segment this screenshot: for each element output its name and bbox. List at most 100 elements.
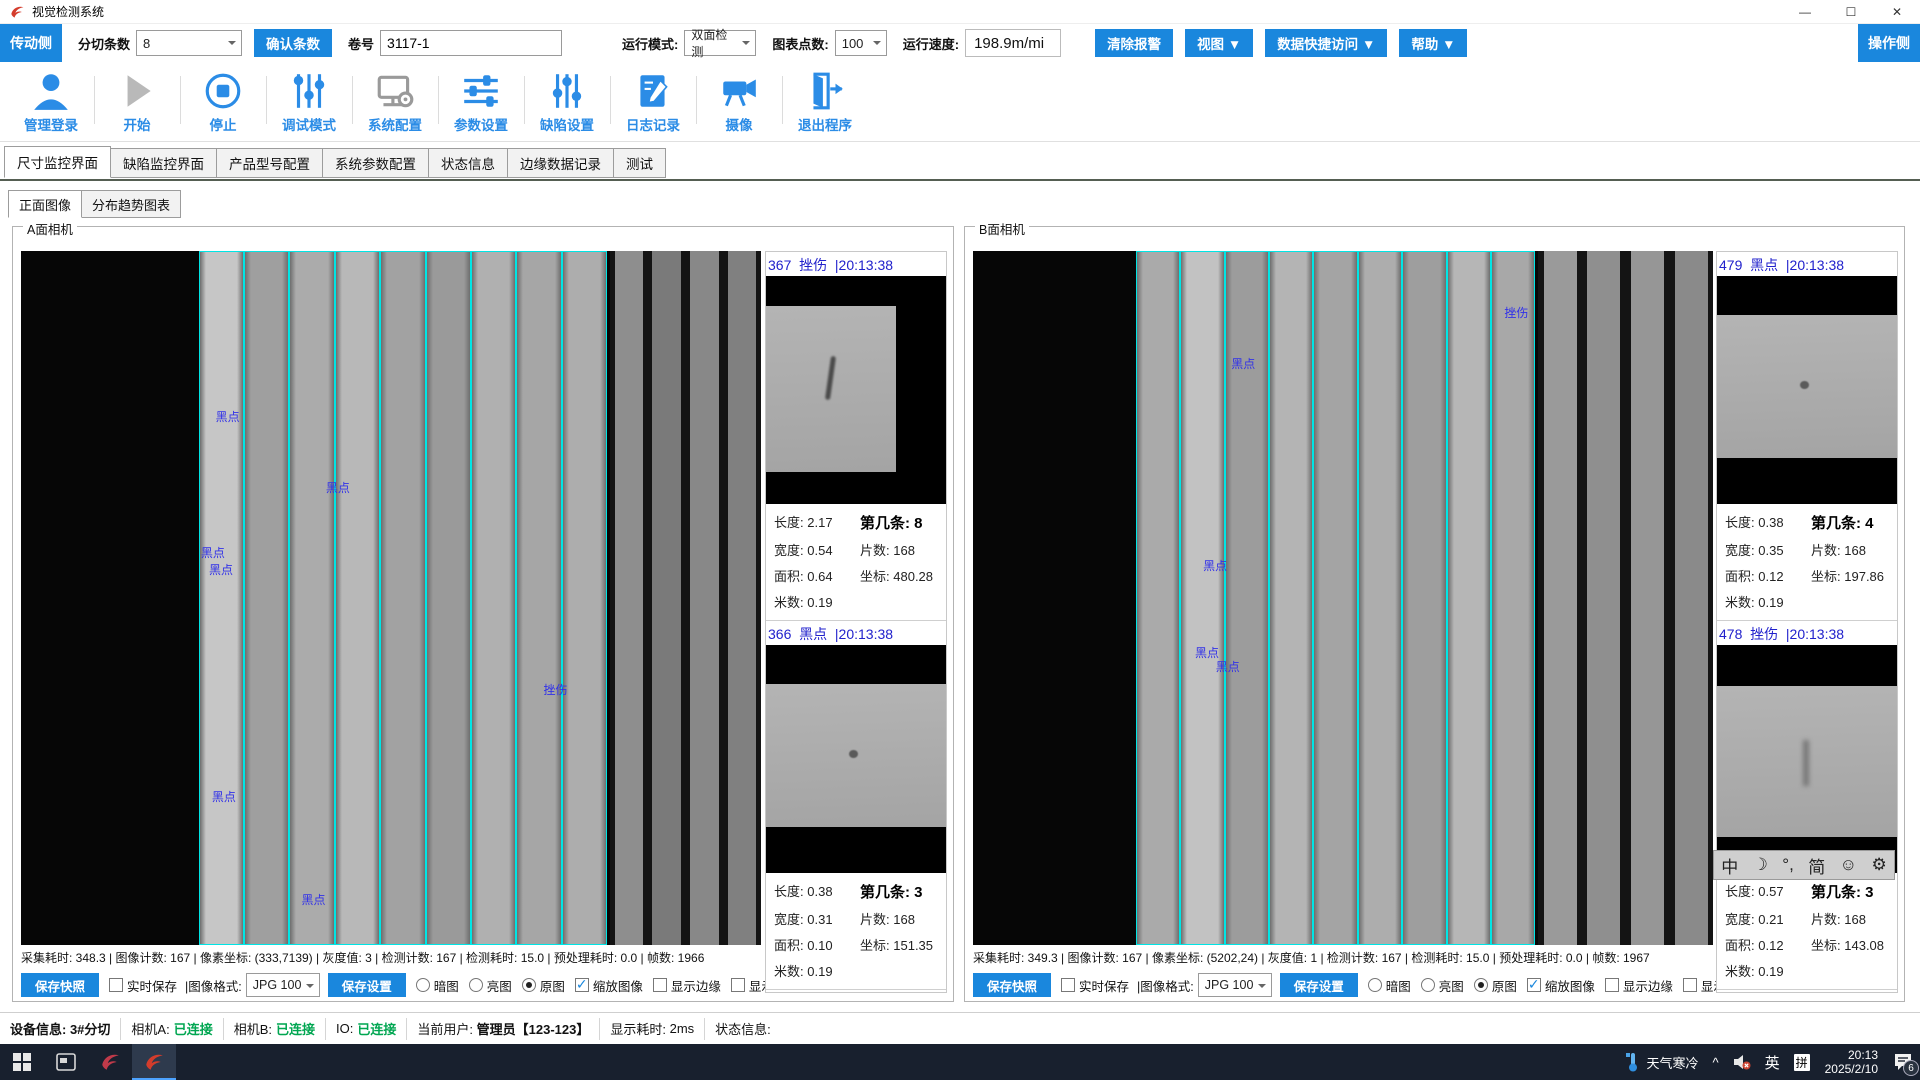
save-settings-button[interactable]: 保存设置 — [1280, 973, 1358, 997]
sub-tab-strip: 正面图像 分布趋势图表 — [8, 190, 181, 218]
ime-mode-chinese[interactable]: 中 — [1721, 853, 1738, 878]
view-menu-button[interactable]: 视图 ▼ — [1185, 29, 1253, 57]
image-format-select[interactable]: JPG 100 — [1198, 973, 1272, 997]
slit-count-select[interactable]: 8 — [136, 30, 242, 56]
realtime-save-checkbox[interactable] — [1061, 978, 1075, 992]
start-button[interactable]: 开始 — [94, 62, 180, 138]
run-mode-select[interactable]: 双面检测 — [684, 30, 756, 56]
dark-image-radio[interactable] — [416, 978, 430, 992]
save-snapshot-button[interactable]: 保存快照 — [21, 973, 99, 997]
subtab-front-image[interactable]: 正面图像 — [8, 190, 82, 218]
ime-settings-gear-icon[interactable]: ⚙ — [1871, 855, 1886, 875]
debug-mode-button[interactable]: 调试模式 — [266, 62, 352, 138]
defect-thumbnail[interactable] — [1717, 645, 1897, 873]
clock[interactable]: 20:13 2025/2/10 — [1817, 1048, 1886, 1076]
volume-muted-icon[interactable] — [1726, 1044, 1758, 1080]
defect-card: 367 挫伤 |20:13:38 长度: 2.17 第几条: 8 宽度: 0.5… — [766, 252, 946, 621]
pinned-app-button[interactable] — [88, 1044, 132, 1080]
slit-count-label: 分切条数 — [78, 34, 130, 53]
clear-alarm-button[interactable]: 清除报警 — [1095, 29, 1173, 57]
tab-system-parameter-config[interactable]: 系统参数配置 — [323, 148, 429, 178]
image-defect-label: 黑点 — [1203, 557, 1227, 574]
log-record-button[interactable]: 日志记录 — [610, 62, 696, 138]
ime-indicator[interactable]: 拼 — [1787, 1044, 1817, 1080]
image-defect-label: 黑点 — [201, 544, 225, 561]
camera-b-defect-sidebar: 479 黑点 |20:13:38 长度: 0.38 第几条: 4 宽度: 0.3… — [1716, 251, 1898, 993]
web-strip — [1491, 251, 1535, 945]
punctuation-mode[interactable]: °, — [1782, 855, 1794, 875]
stop-button[interactable]: 停止 — [180, 62, 266, 138]
language-indicator[interactable]: 英 — [1758, 1044, 1787, 1080]
operator-side-button[interactable]: 操作侧 — [1858, 24, 1920, 62]
drive-side-button[interactable]: 传动侧 — [0, 24, 62, 62]
defect-settings-button[interactable]: 缺陷设置 — [524, 62, 610, 138]
tab-edge-data-record[interactable]: 边缘数据记录 — [508, 148, 614, 178]
original-image-radio[interactable] — [1474, 978, 1488, 992]
bright-image-radio[interactable] — [469, 978, 483, 992]
task-view-button[interactable] — [44, 1044, 88, 1080]
help-menu-button[interactable]: 帮助 ▼ — [1399, 29, 1467, 57]
chart-points-select[interactable]: 100 — [835, 30, 887, 56]
admin-login-button[interactable]: 管理登录 — [8, 62, 94, 138]
web-strip — [1587, 251, 1620, 945]
capture-button[interactable]: 摄像 — [696, 62, 782, 138]
close-button[interactable]: ✕ — [1874, 0, 1920, 24]
display-elapsed: 显示耗时: 2ms — [600, 1018, 705, 1040]
tab-defect-monitor[interactable]: 缺陷监控界面 — [111, 148, 217, 178]
notification-center-button[interactable]: 6 — [1886, 1044, 1920, 1080]
debug-sliders-icon — [288, 70, 330, 112]
camera-a-image: 黑点黑点黑点黑点挫伤黑点黑点 — [21, 251, 761, 945]
minimize-button[interactable]: — — [1782, 0, 1828, 24]
web-strip — [690, 251, 719, 945]
tab-size-monitor[interactable]: 尺寸监控界面 — [4, 146, 111, 178]
confirm-count-button[interactable]: 确认条数 — [254, 29, 332, 57]
defect-thumbnail[interactable] — [766, 276, 946, 504]
show-count-checkbox[interactable] — [1683, 978, 1697, 992]
system-config-button[interactable]: 系统配置 — [352, 62, 438, 138]
tab-test[interactable]: 测试 — [614, 148, 666, 178]
tab-product-model-config[interactable]: 产品型号配置 — [217, 148, 323, 178]
zoom-image-checkbox[interactable] — [1527, 978, 1541, 992]
dark-image-radio[interactable] — [1368, 978, 1382, 992]
defect-thumbnail[interactable] — [1717, 276, 1897, 504]
image-defect-label: 黑点 — [301, 891, 325, 908]
realtime-save-checkbox[interactable] — [109, 978, 123, 992]
web-strip — [1675, 251, 1708, 945]
monitor-gear-icon — [374, 70, 416, 112]
camera-a-stats-line: 采集耗时: 348.3 | 图像计数: 167 | 像素坐标: (333,713… — [21, 949, 761, 969]
start-button[interactable] — [0, 1044, 44, 1080]
system-tray: 天气寒冷 ^ 英 拼 20:13 2025/2/10 6 — [1619, 1044, 1920, 1080]
subtab-distribution-chart[interactable]: 分布趋势图表 — [82, 190, 181, 218]
panel-b-title: B面相机 — [975, 219, 1029, 238]
play-icon — [116, 70, 158, 112]
parameter-settings-button[interactable]: 参数设置 — [438, 62, 524, 138]
tray-expand-chevron[interactable]: ^ — [1705, 1044, 1725, 1080]
save-settings-button[interactable]: 保存设置 — [328, 973, 406, 997]
show-edge-checkbox[interactable] — [653, 978, 667, 992]
weather-widget[interactable]: 天气寒冷 — [1619, 1044, 1705, 1080]
moon-icon[interactable]: ☽ — [1753, 855, 1768, 875]
run-mode-label: 运行模式: — [622, 34, 678, 53]
roll-input[interactable] — [380, 30, 562, 56]
camera-b-controls: 保存快照 实时保存 |图像格式: JPG 100 保存设置 暗图 亮图 原图 缩… — [973, 971, 1715, 999]
task-view-icon — [56, 1053, 76, 1071]
log-book-icon — [632, 70, 674, 112]
quick-access-menu-button[interactable]: 数据快捷访问 ▼ — [1265, 29, 1387, 57]
show-count-checkbox[interactable] — [731, 978, 745, 992]
emoji-icon[interactable]: ☺ — [1840, 855, 1857, 875]
image-defect-label: 黑点 — [1231, 355, 1255, 372]
bright-image-radio[interactable] — [1421, 978, 1435, 992]
running-app-button[interactable] — [132, 1044, 176, 1080]
simplified-mode[interactable]: 简 — [1808, 853, 1825, 878]
tab-status-info[interactable]: 状态信息 — [429, 148, 508, 178]
maximize-button[interactable]: ☐ — [1828, 0, 1874, 24]
save-snapshot-button[interactable]: 保存快照 — [973, 973, 1051, 997]
image-defect-label: 黑点 — [212, 788, 236, 805]
original-image-radio[interactable] — [522, 978, 536, 992]
show-edge-checkbox[interactable] — [1605, 978, 1619, 992]
camera-b-image: 挫伤黑点黑点黑点黑点 — [973, 251, 1713, 945]
zoom-image-checkbox[interactable] — [575, 978, 589, 992]
exit-program-button[interactable]: 退出程序 — [782, 62, 868, 138]
defect-thumbnail[interactable] — [766, 645, 946, 873]
image-format-select[interactable]: JPG 100 — [246, 973, 320, 997]
